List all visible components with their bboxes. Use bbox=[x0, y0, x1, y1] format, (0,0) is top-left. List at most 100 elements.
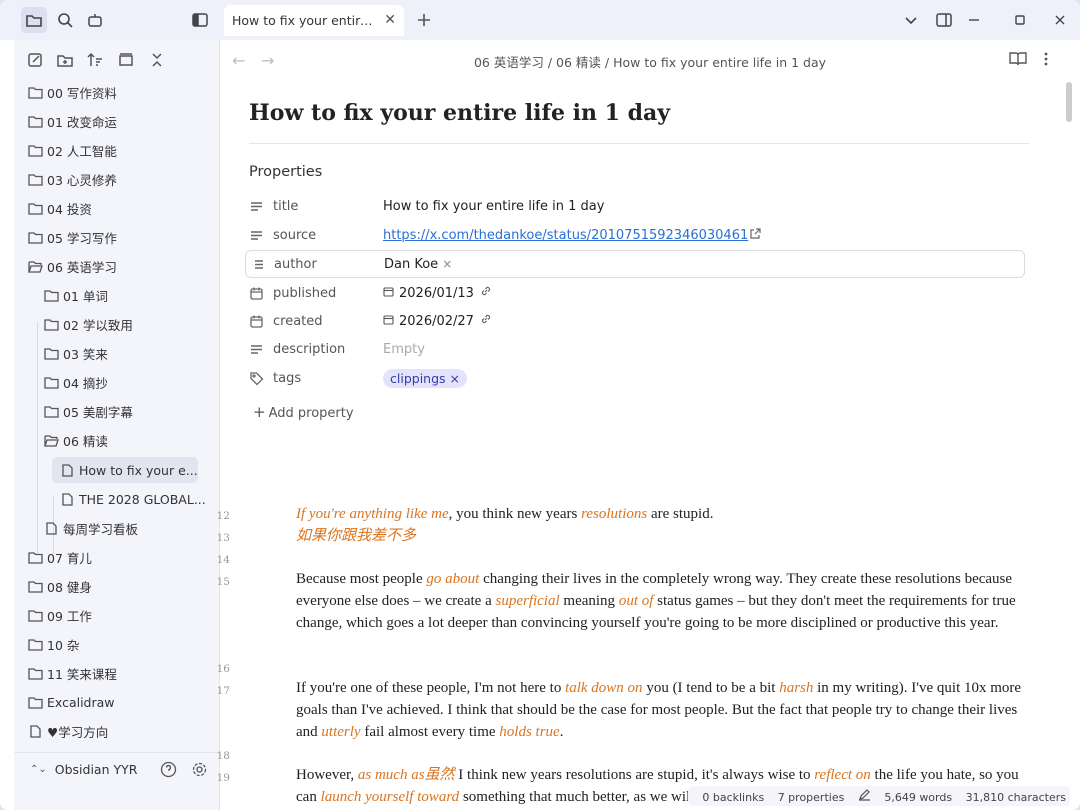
property-key: author bbox=[274, 256, 317, 272]
scrollbar-thumb[interactable] bbox=[1066, 82, 1072, 122]
property-value[interactable]: Dan Koe bbox=[384, 257, 438, 272]
tab-label: How to fix your entire li... bbox=[232, 13, 377, 28]
properties-count[interactable]: 7 properties bbox=[778, 791, 845, 804]
note-title[interactable]: How to fix your entire life in 1 day bbox=[249, 100, 1029, 144]
list-icon bbox=[250, 256, 266, 272]
sidebar-toggle-icon[interactable] bbox=[187, 7, 213, 33]
source-link[interactable]: https://x.com/thedankoe/status/201075159… bbox=[383, 228, 748, 243]
property-value-empty[interactable]: Empty bbox=[383, 342, 425, 357]
tree-item-folder[interactable]: 02 学以致用 bbox=[44, 311, 133, 337]
tree-item-folder[interactable]: 01 单词 bbox=[44, 282, 108, 308]
tree-item-folder[interactable]: 08 健身 bbox=[28, 573, 92, 599]
paragraph[interactable]: Because most people go about changing th… bbox=[296, 568, 1026, 634]
tag-label: clippings bbox=[390, 370, 446, 386]
breadcrumb-item[interactable]: 06 英语学习 bbox=[474, 55, 544, 70]
tree-item-label: 00 写作资料 bbox=[47, 85, 117, 101]
property-description[interactable]: description Empty bbox=[249, 335, 1025, 363]
tree-item-label: 02 学以致用 bbox=[63, 317, 133, 333]
paragraph[interactable]: If you're one of these people, I'm not h… bbox=[296, 677, 1026, 743]
file-icon bbox=[60, 492, 76, 506]
tree-item-folder[interactable]: 03 心灵修养 bbox=[28, 166, 117, 192]
tree-item-folder[interactable]: 01 改变命运 bbox=[28, 108, 117, 134]
link-icon[interactable] bbox=[480, 313, 492, 329]
tree-item-folder[interactable]: 11 笑来课程 bbox=[28, 660, 117, 686]
collapse-all-icon[interactable] bbox=[144, 47, 170, 73]
tree-item-folder[interactable]: 03 笑来 bbox=[44, 340, 108, 366]
highlight: as much as虽然 bbox=[357, 767, 455, 783]
tree-item-folder[interactable]: 05 美剧字幕 bbox=[44, 398, 133, 424]
paragraph[interactable]: 如果你跟我差不多 bbox=[296, 525, 1026, 547]
add-property-button[interactable]: + Add property bbox=[253, 403, 354, 421]
tree-item-label: 03 心灵修养 bbox=[47, 172, 117, 188]
property-source[interactable]: source https://x.com/thedankoe/status/20… bbox=[249, 221, 1025, 249]
tab-active[interactable]: How to fix your entire li... ✕ bbox=[224, 5, 404, 36]
tree-item-label: 每周学习看板 bbox=[63, 521, 139, 537]
tree-item-folder[interactable]: Excalidraw bbox=[28, 689, 115, 715]
sort-icon[interactable] bbox=[82, 47, 108, 73]
property-value[interactable]: 2026/01/13 bbox=[399, 286, 474, 301]
tree-item-label: 05 学习写作 bbox=[47, 230, 117, 246]
help-icon[interactable] bbox=[160, 761, 177, 781]
external-link-icon[interactable] bbox=[750, 227, 761, 243]
paragraph[interactable]: If you're anything like me, you think ne… bbox=[296, 503, 1026, 525]
tree-item-folder-open[interactable]: 06 精读 bbox=[44, 427, 108, 453]
tree-item-folder[interactable]: 05 学习写作 bbox=[28, 224, 117, 250]
property-key: created bbox=[273, 313, 323, 329]
property-published[interactable]: published 2026/01/13 bbox=[249, 279, 1025, 307]
property-title[interactable]: title How to fix your entire life in 1 d… bbox=[249, 192, 1025, 220]
tree-item-folder[interactable]: 00 写作资料 bbox=[28, 79, 117, 105]
vault-switcher[interactable]: ⌃⌄ Obsidian YYR bbox=[14, 752, 220, 786]
property-created[interactable]: created 2026/02/27 bbox=[249, 307, 1025, 335]
breadcrumb-item[interactable]: 06 精读 bbox=[556, 55, 601, 70]
pencil-icon[interactable] bbox=[858, 789, 871, 804]
right-sidebar-toggle-icon[interactable] bbox=[931, 7, 957, 33]
breadcrumb-item[interactable]: How to fix your entire life in 1 day bbox=[613, 55, 826, 70]
tab-close-icon[interactable]: ✕ bbox=[384, 12, 396, 28]
property-value[interactable]: 2026/02/27 bbox=[399, 314, 474, 329]
files-icon[interactable] bbox=[21, 7, 47, 33]
tree-item-folder[interactable]: 04 摘抄 bbox=[44, 369, 108, 395]
backlinks-count[interactable]: 0 backlinks bbox=[702, 791, 764, 804]
close-window-icon[interactable] bbox=[1047, 7, 1073, 33]
folder-icon bbox=[44, 317, 60, 331]
tag-icon bbox=[249, 370, 265, 386]
remove-tag-icon[interactable]: × bbox=[450, 371, 460, 386]
tree-item-folder[interactable]: 10 杂 bbox=[28, 631, 79, 657]
reading-view-icon[interactable] bbox=[1009, 51, 1027, 71]
tree-item-file[interactable]: 每周学习看板 bbox=[44, 515, 138, 541]
property-author[interactable]: author Dan Koe × bbox=[245, 250, 1025, 278]
plus-icon: + bbox=[253, 403, 266, 421]
tree-item-label: 08 健身 bbox=[47, 579, 92, 595]
file-icon bbox=[44, 521, 60, 535]
folder-icon bbox=[28, 85, 44, 99]
breadcrumb-separator: / bbox=[604, 55, 610, 70]
bot-icon[interactable] bbox=[82, 7, 108, 33]
highlight: talk down on bbox=[565, 680, 643, 696]
collapse-view-icon[interactable] bbox=[113, 47, 139, 73]
minimize-icon[interactable] bbox=[961, 7, 987, 33]
tree-item-folder[interactable]: 07 育儿 bbox=[28, 544, 92, 570]
tree-item-file[interactable]: ♥学习方向 bbox=[28, 718, 108, 744]
tree-item-folder[interactable]: 02 人工智能 bbox=[28, 137, 117, 163]
property-value[interactable]: How to fix your entire life in 1 day bbox=[383, 199, 604, 214]
tree-item-label: 06 英语学习 bbox=[47, 259, 117, 275]
new-note-icon[interactable] bbox=[22, 47, 48, 73]
remove-author-icon[interactable]: × bbox=[442, 257, 452, 271]
tree-item-folder-open[interactable]: 06 英语学习 bbox=[28, 253, 117, 279]
new-folder-icon[interactable] bbox=[52, 47, 78, 73]
tree-item-file[interactable]: THE 2028 GLOBAL... bbox=[60, 486, 206, 512]
tree-item-label: 10 杂 bbox=[47, 637, 80, 653]
property-tags[interactable]: tags clippings × bbox=[249, 364, 1025, 392]
properties-heading[interactable]: Properties bbox=[249, 164, 322, 180]
tag-pill[interactable]: clippings × bbox=[383, 368, 467, 388]
new-tab-icon[interactable] bbox=[411, 7, 437, 33]
link-icon[interactable] bbox=[480, 285, 492, 301]
tree-item-folder[interactable]: 04 投资 bbox=[28, 195, 92, 221]
maximize-icon[interactable] bbox=[1007, 7, 1033, 33]
more-options-icon[interactable] bbox=[1043, 51, 1049, 71]
editor-pane: ← → 06 英语学习 / 06 精读 / How to fix your en… bbox=[217, 40, 1080, 810]
tree-item-file-active[interactable]: How to fix your e... bbox=[52, 457, 198, 483]
chevron-down-icon[interactable] bbox=[898, 7, 924, 33]
search-icon[interactable] bbox=[52, 7, 78, 33]
tree-item-folder[interactable]: 09 工作 bbox=[28, 602, 92, 628]
